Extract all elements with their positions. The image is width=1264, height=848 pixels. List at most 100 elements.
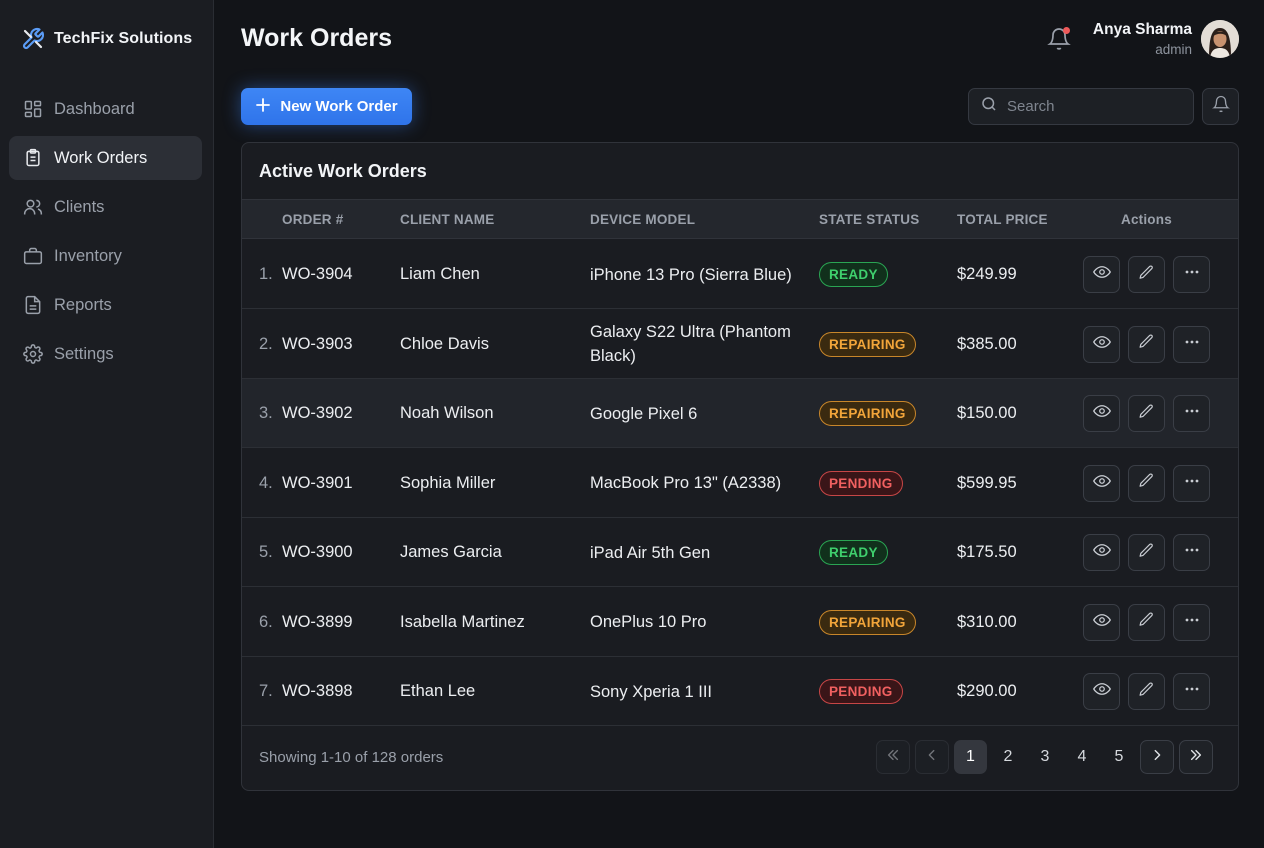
view-button[interactable] [1083, 534, 1120, 571]
view-button[interactable] [1083, 395, 1120, 432]
edit-button[interactable] [1128, 534, 1165, 571]
client-name: Ethan Lee [400, 682, 476, 700]
clipboard-icon [22, 148, 43, 169]
total-price: $175.50 [957, 543, 1017, 561]
device-model: iPad Air 5th Gen [590, 543, 711, 562]
more-button[interactable] [1173, 256, 1210, 293]
new-work-order-label: New Work Order [280, 98, 398, 115]
more-button[interactable] [1173, 534, 1210, 571]
page-button-3[interactable]: 3 [1029, 740, 1061, 774]
notification-dot [1063, 27, 1070, 34]
device-model: Galaxy S22 Ultra (Phantom Black) [590, 323, 791, 365]
plus-icon [255, 97, 271, 117]
table-row[interactable]: 6. WO-3899 Isabella Martinez OnePlus 10 Pro… [242, 588, 1238, 657]
view-button[interactable] [1083, 256, 1120, 293]
column-header-order[interactable]: ORDER # [282, 212, 343, 227]
more-icon [1184, 403, 1200, 424]
sidebar-item-inventory[interactable]: Inventory [9, 234, 202, 278]
search-box[interactable] [968, 88, 1194, 125]
order-id: WO-3904 [282, 265, 353, 283]
brand[interactable]: TechFix Solutions [21, 27, 192, 51]
total-price: $150.00 [957, 404, 1017, 422]
client-name: James Garcia [400, 543, 502, 561]
order-id: WO-3899 [282, 612, 353, 631]
pencil-icon [1138, 264, 1155, 286]
client-name: Isabella Martinez [400, 612, 525, 631]
more-button[interactable] [1173, 603, 1210, 641]
sidebar-item-dashboard[interactable]: Dashboard [9, 87, 202, 131]
status-badge: READY [819, 540, 888, 565]
first-page-button[interactable] [876, 740, 910, 774]
status-badge: PENDING [819, 470, 903, 496]
new-work-order-button[interactable]: New Work Order [241, 88, 412, 125]
user-role: admin [1155, 42, 1192, 57]
alerts-button[interactable] [1202, 88, 1239, 125]
pagination-summary: Showing 1-10 of 128 orders [259, 749, 444, 766]
view-button[interactable] [1083, 325, 1120, 363]
pencil-icon [1138, 333, 1155, 355]
column-header-device[interactable]: DEVICE MODEL [590, 212, 695, 227]
prev-page-button[interactable] [915, 740, 949, 774]
notifications-button[interactable] [1047, 27, 1071, 51]
sidebar-item-label: Work Orders [54, 148, 148, 167]
bell-icon [1211, 95, 1230, 118]
search-input[interactable] [1007, 98, 1177, 115]
table-row[interactable]: 5. WO-3900 James Garcia iPad Air 5th Gen REA… [242, 518, 1238, 587]
edit-button[interactable] [1128, 603, 1165, 641]
row-number: 4. [259, 473, 273, 492]
last-page-button[interactable] [1179, 740, 1213, 774]
sidebar-item-clients[interactable]: Clients [9, 185, 202, 229]
table-row[interactable]: 3. WO-3902 Noah Wilson Google Pixel 6 REPAIR… [242, 379, 1238, 448]
page-button-1[interactable]: 1 [954, 740, 987, 774]
page-button-4[interactable]: 4 [1066, 740, 1098, 774]
order-id: WO-3901 [282, 473, 353, 492]
next-page-button[interactable] [1140, 740, 1174, 774]
eye-icon [1092, 402, 1111, 425]
user-info[interactable]: Anya Sharma admin [1093, 21, 1192, 57]
eye-icon [1092, 263, 1111, 286]
edit-button[interactable] [1128, 673, 1165, 710]
row-number: 1. [259, 265, 273, 283]
column-header-price[interactable]: TOTAL PRICE [957, 212, 1048, 227]
table-row[interactable]: 7. WO-3898 Ethan Lee Sony Xperia 1 III PENDI… [242, 657, 1238, 726]
device-model: Sony Xperia 1 III [590, 682, 712, 701]
sidebar-item-label: Inventory [54, 246, 122, 265]
edit-button[interactable] [1128, 464, 1165, 502]
pencil-icon [1138, 472, 1155, 494]
row-number: 5. [259, 543, 273, 561]
status-badge: PENDING [819, 679, 903, 704]
briefcase-icon [22, 246, 43, 267]
dashboard-icon [22, 99, 43, 120]
page-button-5[interactable]: 5 [1103, 740, 1135, 774]
bell-icon [1047, 28, 1071, 55]
user-name: Anya Sharma [1092, 21, 1192, 38]
column-header-client[interactable]: CLIENT NAME [400, 212, 494, 227]
sidebar-item-work-orders[interactable]: Work Orders [9, 136, 202, 180]
edit-button[interactable] [1128, 325, 1165, 363]
edit-button[interactable] [1128, 395, 1165, 432]
view-button[interactable] [1083, 464, 1120, 502]
view-button[interactable] [1083, 673, 1120, 710]
sidebar-item-reports[interactable]: Reports [9, 283, 202, 327]
status-badge: READY [819, 262, 888, 287]
more-button[interactable] [1173, 464, 1210, 502]
column-header-status[interactable]: STATE STATUS [819, 212, 919, 227]
device-model: MacBook Pro 13" (A2338) [590, 474, 782, 492]
more-icon [1184, 612, 1200, 633]
table-row[interactable]: 1. WO-3904 Liam Chen iPhone 13 Pro (Sierra … [242, 240, 1238, 309]
table-row[interactable]: 4. WO-3901 Sophia Miller MacBook Pro 13" (A… [242, 449, 1238, 518]
more-button[interactable] [1173, 673, 1210, 710]
total-price: $310.00 [957, 612, 1017, 631]
edit-button[interactable] [1128, 256, 1165, 293]
users-icon [22, 197, 43, 218]
status-badge: REPAIRING [819, 331, 916, 357]
view-button[interactable] [1083, 603, 1120, 641]
avatar[interactable] [1201, 20, 1239, 58]
table-row[interactable]: 2. WO-3903 Chloe Davis Galaxy S22 Ultra (Ph… [242, 310, 1238, 379]
client-name: Liam Chen [400, 265, 480, 283]
page-button-2[interactable]: 2 [992, 740, 1024, 774]
more-button[interactable] [1173, 395, 1210, 432]
more-button[interactable] [1173, 325, 1210, 363]
sidebar-item-settings[interactable]: Settings [9, 332, 202, 376]
chevron-right-icon [1150, 748, 1164, 767]
